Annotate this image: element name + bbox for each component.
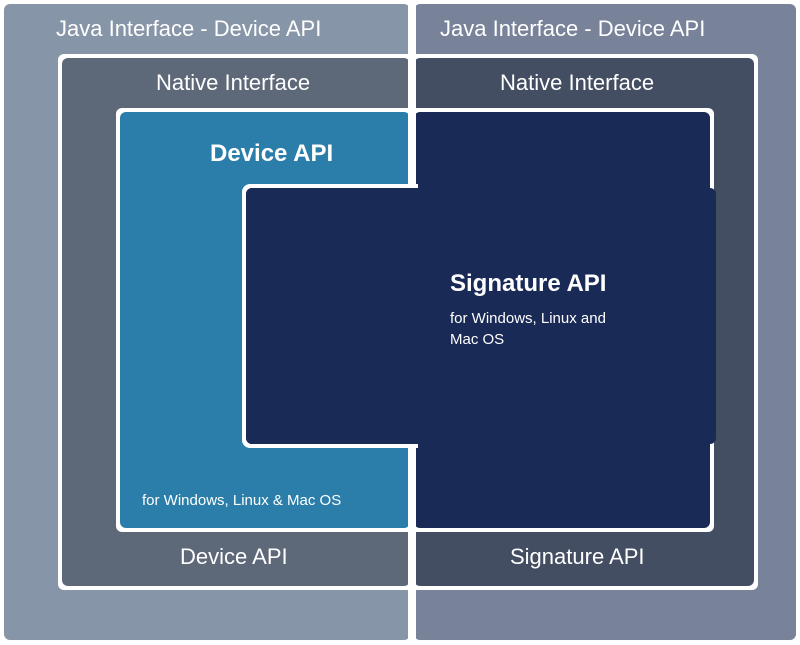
native-interface-left-title: Native Interface	[156, 70, 310, 96]
signature-api-subtitle: for Windows, Linux and Mac OS	[450, 308, 630, 350]
device-api-subtitle: for Windows, Linux & Mac OS	[142, 490, 341, 511]
api-architecture-diagram: Java Interface - Device API Java Interfa…	[0, 0, 800, 645]
device-api-title: Device API	[210, 140, 333, 168]
native-interface-right-title: Native Interface	[500, 70, 654, 96]
signature-api-title: Signature API	[450, 270, 606, 298]
native-bottom-left-label: Device API	[180, 544, 288, 570]
java-interface-right-title: Java Interface - Device API	[440, 16, 705, 42]
signature-plug	[246, 188, 418, 444]
java-interface-left-title: Java Interface - Device API	[56, 16, 321, 42]
native-bottom-right-label: Signature API	[510, 544, 645, 570]
